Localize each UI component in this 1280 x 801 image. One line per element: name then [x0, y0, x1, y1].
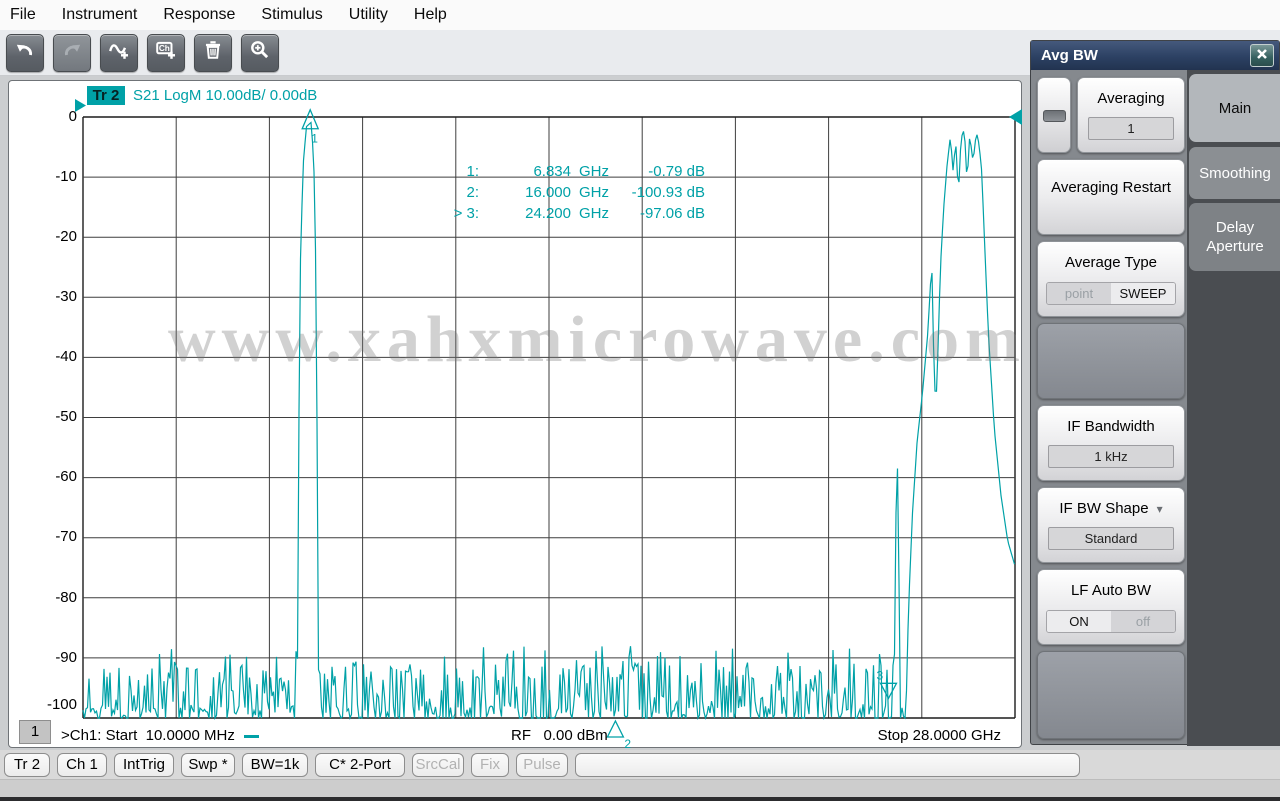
undo-icon — [14, 39, 36, 66]
add-trace-icon — [108, 39, 130, 66]
menu-instrument[interactable]: Instrument — [62, 6, 138, 24]
marker-row-freq: 24.200 — [525, 205, 571, 222]
svg-text:Ch: Ch — [159, 44, 170, 53]
y-axis-label: -70 — [55, 528, 77, 545]
svg-text:1: 1 — [311, 132, 318, 146]
marker-readout: 1: 6.834 GHz -0.79 dB 2: 16.000 GHz -100… — [449, 161, 705, 224]
delete-button[interactable] — [194, 33, 232, 72]
marker-row-label: 1: — [466, 163, 479, 180]
average-type-point-option[interactable]: point — [1047, 283, 1111, 304]
average-type-segmented[interactable]: point SWEEP — [1046, 282, 1176, 305]
window-bottom-edge — [0, 797, 1280, 801]
y-axis-label: -90 — [55, 649, 77, 666]
redo-icon — [61, 39, 83, 66]
lf-auto-bw-on-option[interactable]: ON — [1047, 611, 1111, 632]
status-channel-button[interactable]: Ch 1 — [57, 752, 107, 777]
tab-delay-aperture[interactable]: Delay Aperture — [1189, 203, 1280, 271]
status-cal-button[interactable]: C* 2-Port — [315, 752, 405, 777]
marker-row-freq: 6.834 — [533, 163, 571, 180]
averaging-led-indicator — [1043, 110, 1066, 122]
rf-power-label: RF 0.00 dBm — [511, 727, 608, 744]
add-trace-button[interactable] — [100, 33, 138, 72]
marker-row-value: -0.79 dB — [648, 163, 705, 180]
lf-auto-bw-segmented[interactable]: ON off — [1046, 610, 1176, 633]
y-axis-label: -60 — [55, 468, 77, 485]
average-type-sweep-option[interactable]: SWEEP — [1111, 283, 1175, 304]
average-type-button[interactable]: Average Type point SWEEP — [1037, 241, 1185, 317]
empty-softkey — [1037, 651, 1185, 739]
marker-row-label: > 3: — [453, 205, 479, 222]
y-axis-label: -50 — [55, 408, 77, 425]
y-axis-label: -80 — [55, 589, 77, 606]
y-axis-label: -10 — [55, 168, 77, 185]
averaging-toggle-button[interactable] — [1037, 77, 1071, 153]
averaging-button[interactable]: Averaging 1 — [1077, 77, 1185, 153]
y-axis-label: -40 — [55, 348, 77, 365]
status-message-area — [575, 752, 1080, 777]
menu-response[interactable]: Response — [163, 6, 235, 24]
menu-bar: File Instrument Response Stimulus Utilit… — [0, 0, 1280, 30]
zoom-in-icon — [249, 39, 271, 66]
add-channel-icon: Ch — [155, 39, 177, 66]
if-bw-shape-button[interactable]: IF BW Shape ▾ Standard — [1037, 487, 1185, 563]
status-pulse-button: Pulse — [516, 752, 568, 777]
status-srccal-button: SrcCal — [412, 752, 464, 777]
close-button[interactable] — [1250, 44, 1274, 67]
marker-row-label: 2: — [466, 184, 479, 201]
undo-button[interactable] — [6, 33, 44, 72]
y-axis-label: 0 — [68, 108, 77, 125]
axis-annotation-row: >Ch1: Start 10.0000 MHz RF 0.00 dBm Stop… — [9, 727, 1015, 749]
tab-smoothing[interactable]: Smoothing — [1189, 147, 1280, 199]
add-channel-button[interactable]: Ch — [147, 33, 185, 72]
lf-auto-bw-button[interactable]: LF Auto BW ON off — [1037, 569, 1185, 645]
panel-tab-column: Main Smoothing Delay Aperture — [1187, 70, 1280, 746]
if-bandwidth-value: 1 kHz — [1048, 445, 1174, 468]
marker-row-value: -97.06 dB — [639, 205, 705, 222]
y-axis-label: -20 — [55, 228, 77, 245]
marker-row-unit: GHz — [579, 163, 609, 180]
trace-title: S21 LogM 10.00dB/ 0.00dB — [133, 87, 318, 104]
status-trigger-button[interactable]: IntTrig — [114, 752, 174, 777]
y-axis-label: -100 — [46, 696, 77, 713]
svg-text:3: 3 — [877, 668, 884, 682]
menu-help[interactable]: Help — [414, 6, 447, 24]
menu-file[interactable]: File — [10, 6, 36, 24]
zoom-button[interactable] — [241, 33, 279, 72]
status-sweep-button[interactable]: Swp * — [181, 752, 235, 777]
menu-stimulus[interactable]: Stimulus — [261, 6, 322, 24]
if-bandwidth-button[interactable]: IF Bandwidth 1 kHz — [1037, 405, 1185, 481]
panel-title: Avg BW — [1041, 47, 1098, 64]
empty-softkey — [1037, 323, 1185, 399]
menu-utility[interactable]: Utility — [349, 6, 388, 24]
lf-auto-bw-off-option[interactable]: off — [1111, 611, 1175, 632]
averaging-value: 1 — [1088, 117, 1174, 140]
status-bandwidth-button[interactable]: BW=1k — [242, 752, 308, 777]
status-trace-button[interactable]: Tr 2 — [4, 752, 50, 777]
chevron-down-icon: ▾ — [1156, 502, 1163, 516]
marker-row-unit: GHz — [579, 184, 609, 201]
y-axis-label: -30 — [55, 288, 77, 305]
start-frequency-label: >Ch1: Start 10.0000 MHz — [61, 727, 259, 744]
stop-frequency-label: Stop 28.0000 GHz — [877, 727, 1001, 744]
panel-header: Avg BW — [1031, 41, 1279, 70]
marker-row-unit: GHz — [579, 205, 609, 222]
averaging-restart-button[interactable]: Averaging Restart — [1037, 159, 1185, 235]
close-icon — [1256, 47, 1268, 65]
lower-strip — [0, 779, 1280, 798]
trace-color-dash — [243, 734, 259, 738]
tab-main[interactable]: Main — [1189, 74, 1280, 142]
trash-icon — [202, 39, 224, 66]
trace-badge[interactable]: Tr 2 — [87, 86, 125, 105]
status-bar: Tr 2 Ch 1 IntTrig Swp * BW=1k C* 2-Port … — [0, 750, 1280, 779]
redo-button[interactable] — [53, 33, 91, 72]
marker-row-value: -100.93 dB — [631, 184, 705, 201]
status-fix-button: Fix — [471, 752, 509, 777]
avg-bw-panel: Avg BW Averaging 1 Averaging Restart Ave… — [1030, 40, 1280, 746]
marker-row-freq: 16.000 — [525, 184, 571, 201]
if-bw-shape-value: Standard — [1048, 527, 1174, 550]
plot-window: 123 Tr 2 S21 LogM 10.00dB/ 0.00dB 0 -10 … — [8, 80, 1022, 749]
